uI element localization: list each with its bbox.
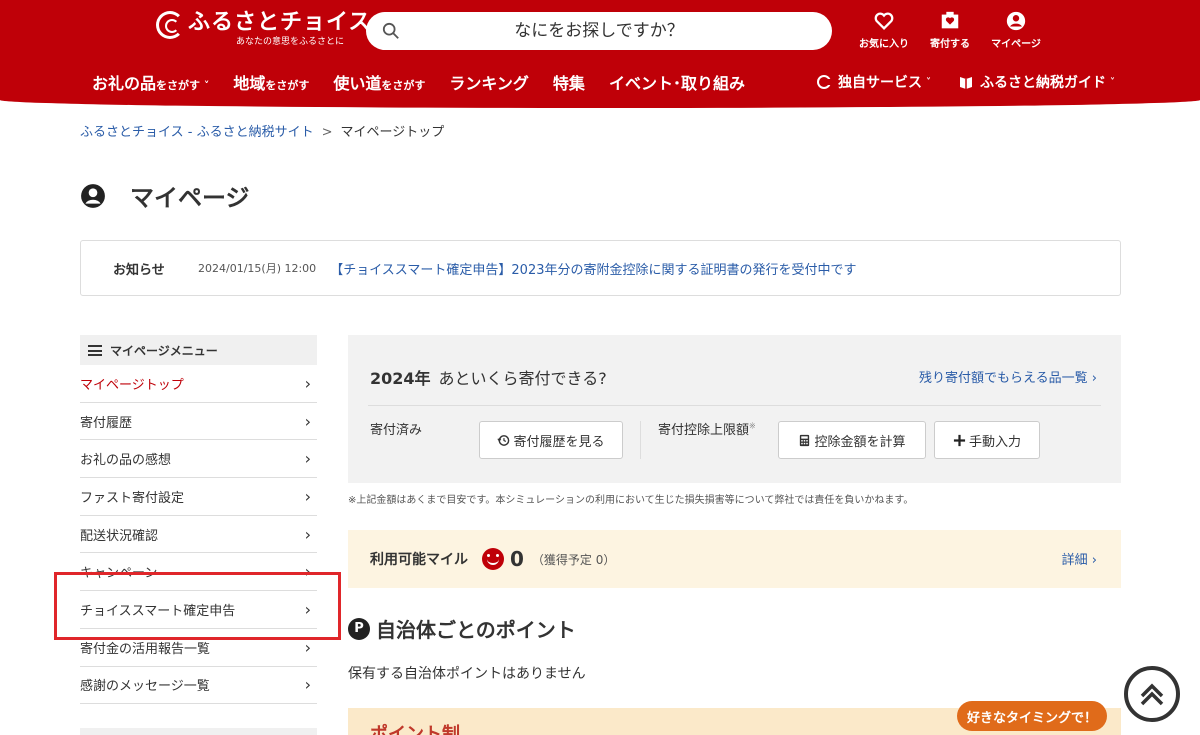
- calculate-deduction-button[interactable]: 控除金額を計算: [778, 421, 926, 459]
- heart-icon: [874, 12, 894, 30]
- notice-date: 2024/01/15(月) 12:00: [198, 262, 317, 275]
- user-icon: [81, 183, 105, 208]
- chevron-right-icon: ›: [304, 411, 311, 431]
- notice-link[interactable]: 【チョイススマート確定申告】2023年分の寄附金控除に関する証明書の発行を受付中…: [330, 259, 856, 278]
- sidebar-item-delivery-status[interactable]: 配送状況確認 ›: [80, 516, 317, 554]
- menu-icon: [88, 344, 102, 356]
- donate-label: 寄付する: [930, 39, 970, 50]
- divider: [368, 405, 1101, 406]
- sidebar-item-fast-donation[interactable]: ファスト寄付設定 ›: [80, 478, 317, 516]
- sidebar-item-thanks-messages[interactable]: 感謝のメッセージ一覧 ›: [80, 667, 317, 705]
- view-history-button[interactable]: 寄付履歴を見る: [479, 421, 623, 459]
- nav-services[interactable]: 独自サービス ˅: [816, 72, 931, 92]
- nav-guide[interactable]: ふるさと納税ガイド ˅: [958, 72, 1115, 92]
- sidebar-heading: マイページメニュー: [80, 335, 317, 365]
- mile-label: 利用可能マイル: [370, 552, 468, 568]
- nav-item-events[interactable]: イベント･取り組み: [609, 70, 745, 94]
- sidebar-item-donation-history[interactable]: 寄付履歴 ›: [80, 403, 317, 441]
- manual-input-button[interactable]: 手動入力: [934, 421, 1040, 459]
- site-logo[interactable]: ふるさとチョイス あなたの意思をふるさとに: [156, 9, 371, 48]
- search-bar: [366, 12, 832, 50]
- breadcrumb: ふるさとチョイス - ふるさと納税サイト > マイページトップ: [80, 121, 444, 140]
- calculator-icon: [800, 434, 810, 446]
- favorites-label: お気に入り: [859, 39, 909, 50]
- remaining-gifts-link[interactable]: 残り寄付額でもらえる品一覧 ›: [919, 367, 1097, 386]
- sidebar-item-usage-reports[interactable]: 寄付金の活用報告一覧 ›: [80, 629, 317, 667]
- nav-item-region[interactable]: 地域をさがす: [233, 70, 309, 94]
- mypage-sidebar: マイページメニュー マイページトップ › 寄付履歴 › お礼の品の感想 › ファスト寄…: [80, 335, 317, 735]
- site-header: ふるさとチョイス あなたの意思をふるさとに お気に入り 寄付する マイページ お…: [0, 0, 1200, 108]
- search-icon[interactable]: [382, 22, 400, 40]
- chevron-right-icon: ›: [304, 675, 311, 695]
- nav-item-gifts[interactable]: お礼の品をさがす ˅: [92, 70, 209, 94]
- chevron-right-icon: ›: [304, 486, 311, 506]
- points-empty-message: 保有する自治体ポイントはありません: [348, 666, 586, 682]
- points-heading: P 自治体ごとのポイント: [348, 614, 576, 643]
- divider: [640, 421, 641, 459]
- history-icon: [497, 434, 510, 446]
- nav-item-ranking[interactable]: ランキング: [449, 70, 529, 94]
- chevron-down-icon: ˅: [1110, 76, 1115, 88]
- scroll-to-top-button[interactable]: [1124, 666, 1180, 722]
- sidebar-next-section: [80, 728, 317, 735]
- sidebar-item-gift-reviews[interactable]: お礼の品の感想 ›: [80, 440, 317, 479]
- chevron-down-icon: ˅: [200, 79, 210, 92]
- simulator-title: 2024年 あといくら寄付できる?: [370, 369, 607, 388]
- mypage-button[interactable]: マイページ: [988, 10, 1044, 50]
- breadcrumb-separator: >: [321, 125, 333, 140]
- logo-title: ふるさとチョイス: [188, 10, 372, 35]
- favorites-button[interactable]: お気に入り: [856, 10, 912, 50]
- mile-value: 0: [510, 547, 524, 571]
- mypage-label: マイページ: [991, 39, 1041, 50]
- choice-logo-icon: [817, 75, 832, 89]
- donate-icon: [941, 11, 959, 29]
- breadcrumb-current: マイページトップ: [340, 125, 445, 140]
- sidebar-item-smart-tax-return[interactable]: チョイススマート確定申告 ›: [80, 591, 317, 629]
- sidebar-item-mypage-top[interactable]: マイページトップ ›: [80, 365, 317, 403]
- chevron-right-icon: ›: [304, 599, 311, 619]
- donated-label: 寄付済み: [370, 423, 423, 438]
- book-icon: [960, 77, 972, 89]
- sidebar-item-campaign[interactable]: キャンペーン ›: [80, 553, 317, 592]
- chevron-right-icon: ›: [304, 373, 311, 393]
- simulator-disclaimer: ※上記金額はあくまで目安です。本シミュレーションの利用において生じた損失損害等に…: [348, 495, 914, 506]
- logo-mark-icon: [156, 11, 184, 39]
- notice-bar: お知らせ 2024/01/15(月) 12:00 【チョイススマート確定申告】2…: [80, 240, 1121, 296]
- logo-tagline: あなたの意思をふるさとに: [236, 37, 345, 47]
- mile-panel: 利用可能マイル 0 （獲得予定 0） 詳細 ›: [348, 530, 1121, 588]
- user-icon: [1006, 11, 1026, 31]
- chevron-up-icon: [1140, 683, 1164, 706]
- plus-icon: [953, 434, 966, 446]
- nav-item-features[interactable]: 特集: [553, 70, 585, 94]
- chevron-right-icon: ›: [304, 449, 311, 469]
- mile-pending: （獲得予定 0）: [531, 552, 616, 567]
- donate-button[interactable]: 寄付する: [922, 10, 978, 50]
- page-title-text: マイページ: [130, 184, 250, 212]
- point-icon: P: [348, 617, 370, 640]
- chevron-right-icon: ›: [304, 562, 311, 582]
- chevron-right-icon: ›: [1091, 553, 1097, 568]
- main-nav: お礼の品をさがす ˅ 地域をさがす 使い道をさがす ランキング 特集 イベント･…: [92, 70, 769, 94]
- banner-tag: 好きなタイミングで！: [957, 701, 1107, 731]
- chevron-right-icon: ›: [1091, 371, 1097, 386]
- notice-label: お知らせ: [113, 262, 165, 278]
- donation-simulator: 2024年 あといくら寄付できる? 残り寄付額でもらえる品一覧 › 寄付済み 寄付…: [348, 335, 1121, 483]
- nav-item-usage[interactable]: 使い道をさがす: [333, 70, 425, 94]
- chevron-right-icon: ›: [304, 637, 311, 657]
- banner-text: ポイント制: [370, 724, 460, 735]
- mile-detail-link[interactable]: 詳細 ›: [1062, 549, 1097, 568]
- search-input[interactable]: [366, 12, 832, 50]
- limit-label: 寄付控除上限額※: [658, 421, 756, 438]
- chevron-right-icon: ›: [304, 524, 311, 544]
- breadcrumb-home-link[interactable]: ふるさとチョイス - ふるさと納税サイト: [80, 125, 314, 140]
- page-title: マイページ: [80, 178, 250, 213]
- smile-icon: [482, 548, 504, 570]
- chevron-down-icon: ˅: [926, 76, 931, 88]
